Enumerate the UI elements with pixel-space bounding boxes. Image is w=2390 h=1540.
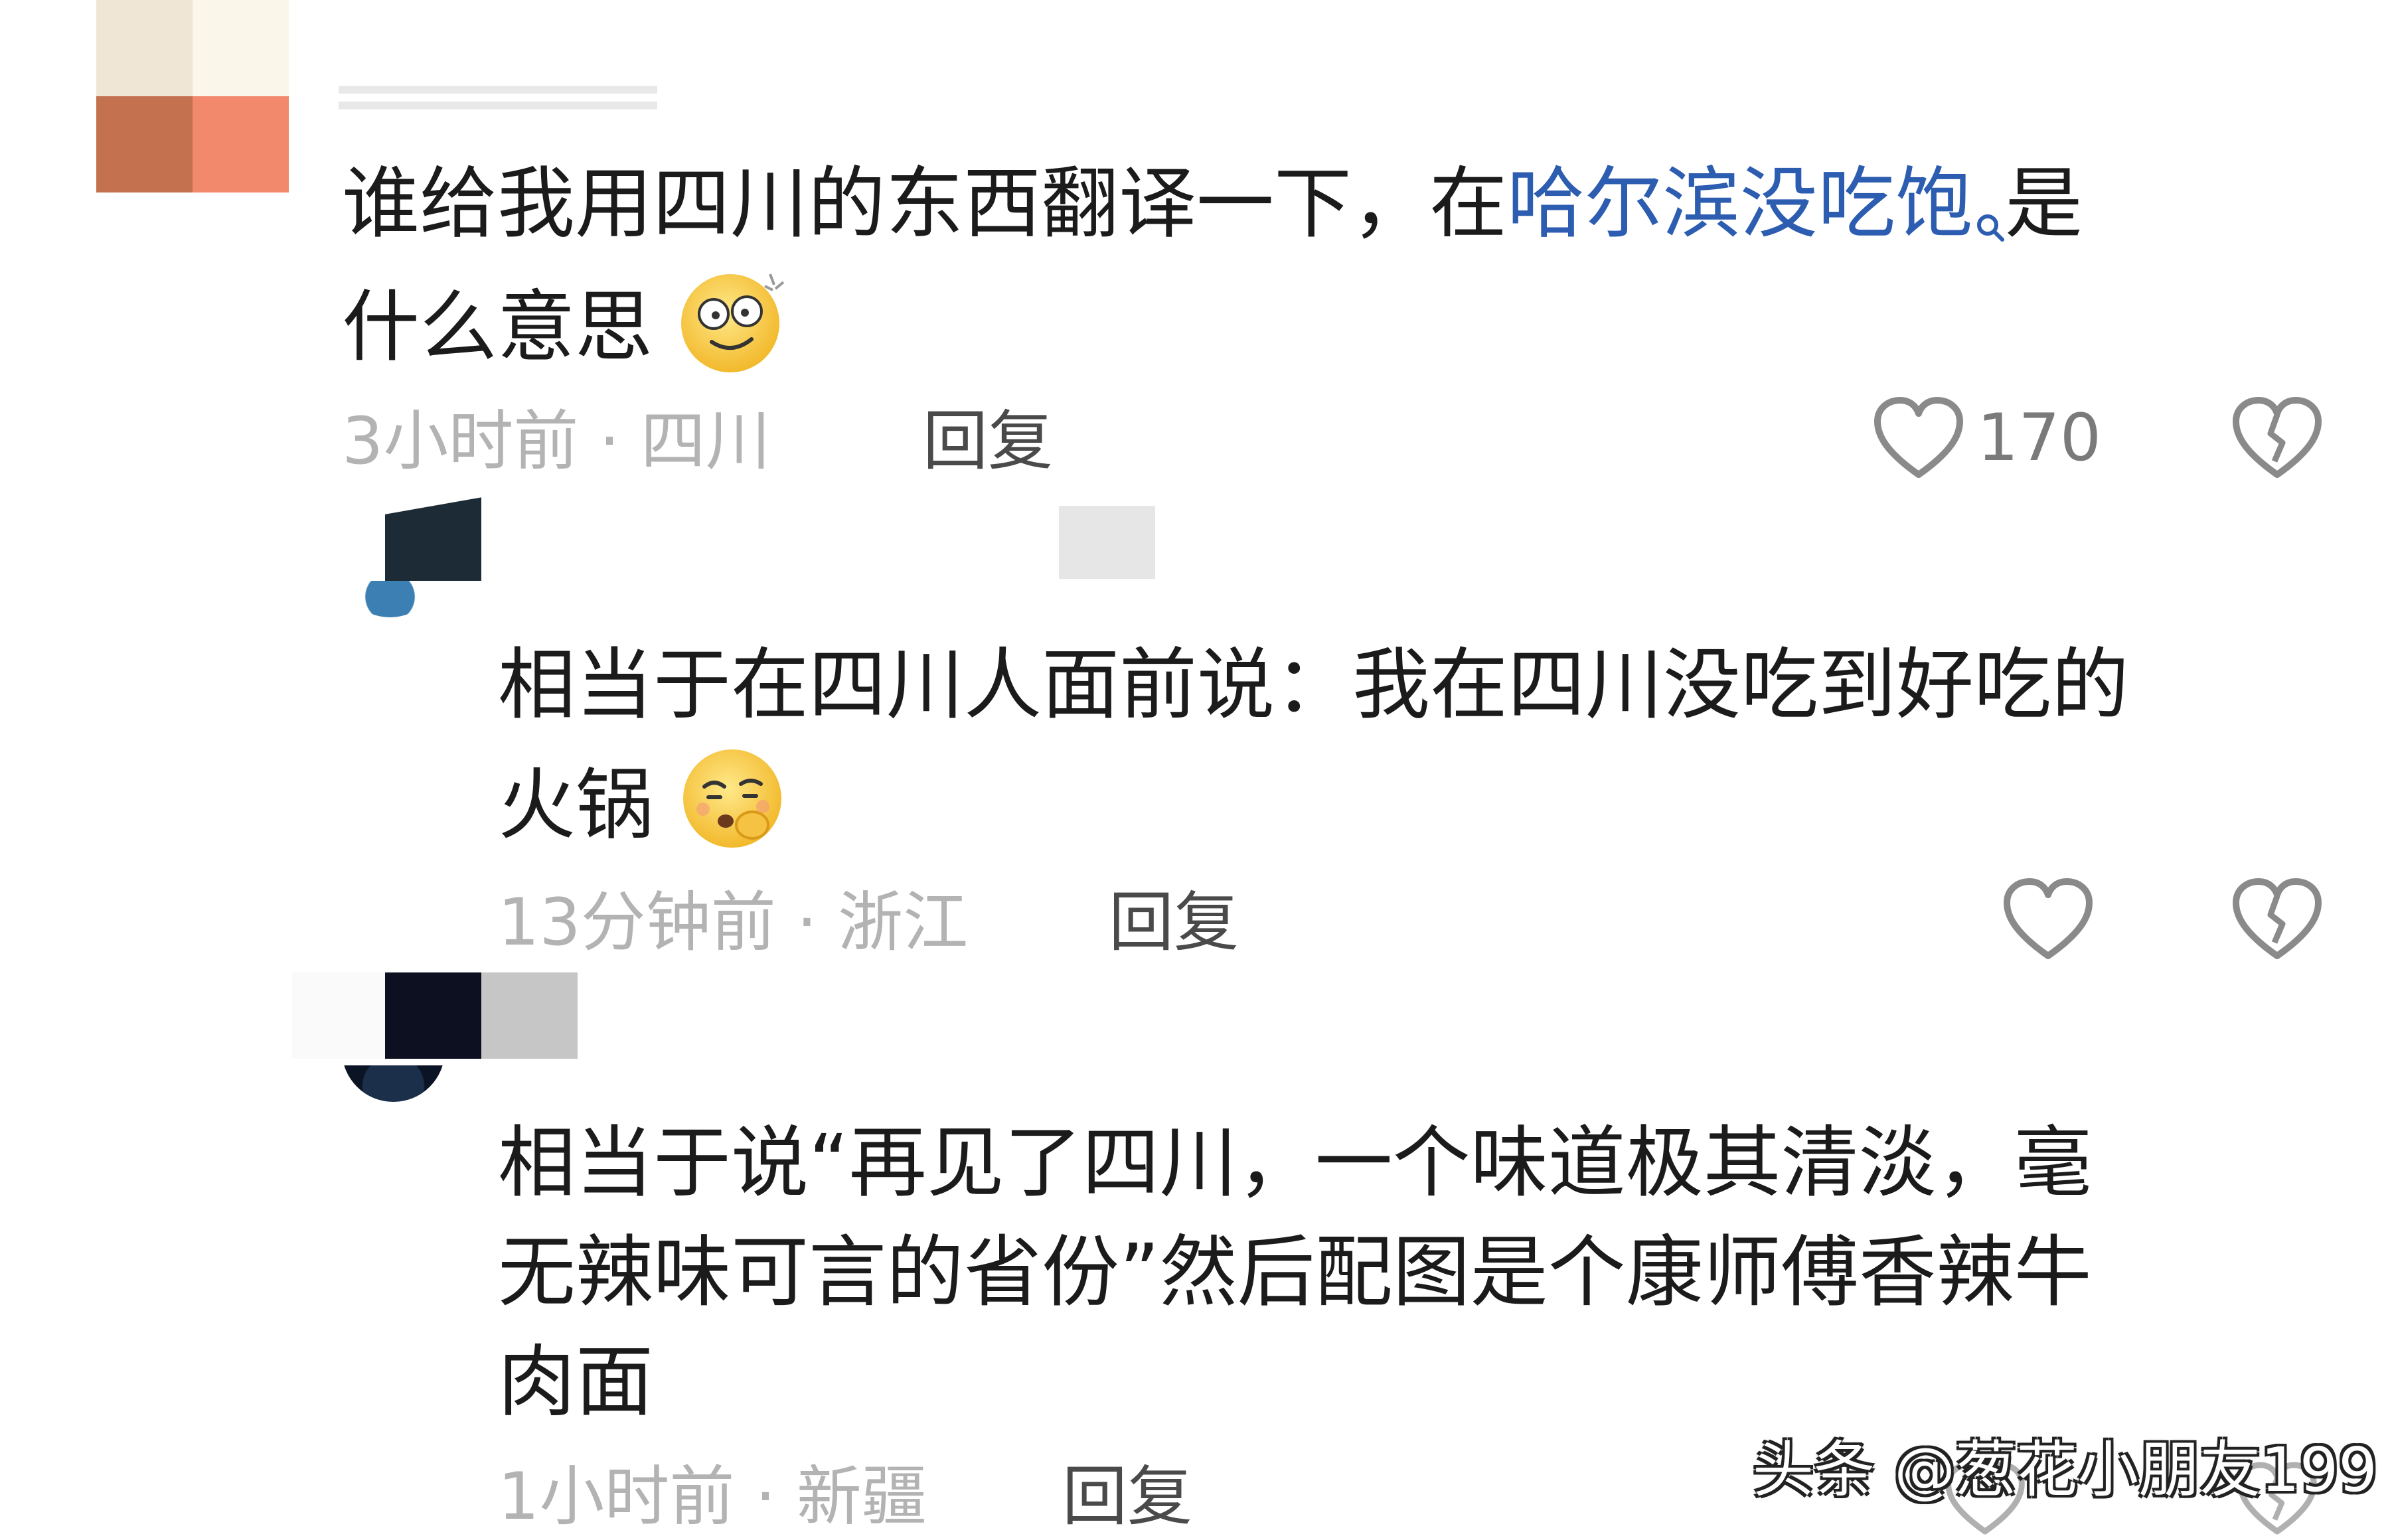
meta-separator: · (775, 885, 838, 961)
comment-3-text-line-2: 无辣味可言的省份”然后配图是个康师傅香辣牛 (498, 1227, 2092, 1318)
comment-2-dislike-button[interactable] (2231, 876, 2324, 965)
comment-1-text-line-2: 什么意思 (342, 262, 790, 403)
search-icon[interactable] (1976, 161, 2005, 242)
meta-separator: · (578, 404, 641, 479)
heart-outline-icon (1874, 397, 1963, 478)
reply-2-avatar (342, 1065, 445, 1102)
reply-2-name-mosaic (292, 972, 578, 1059)
comment-1-text-line-2-content: 什么意思 (342, 281, 653, 373)
comment-3-reply-button[interactable]: 回复 (1062, 1457, 1192, 1537)
comment-2-text-line-1: 相当于在四川人面前说：我在四川没吃到好吃的 (498, 639, 2130, 730)
comment-1-dislike-button[interactable] (2231, 395, 2324, 484)
comment-3-location: 新疆 (796, 1459, 927, 1535)
comment-1-text-line-1: 谁给我用四川的东西翻译一下，在哈尔滨没吃饱是 (342, 149, 2083, 258)
comment-2-location: 浙江 (838, 885, 969, 961)
broken-heart-icon (2233, 878, 2322, 959)
comment-3-text-line-1: 相当于说“再见了四川，一个味道极其清淡，毫 (498, 1117, 2092, 1208)
comment-1-like-count: 170 (1977, 400, 2102, 476)
cut-off-username (339, 78, 657, 117)
broken-heart-icon (2233, 397, 2322, 478)
comment-2-meta: 13分钟前 · 浙江 (498, 883, 968, 963)
comment-2-reply-button[interactable]: 回复 (1109, 883, 1239, 963)
toutiao-watermark: 头条 @葱花小朋友199 (1753, 1434, 2377, 1505)
comment-3-text-line-3: 肉面 (498, 1336, 654, 1427)
comment-2-text-line-2: 火锅 (498, 740, 791, 881)
reply-1-avatar (339, 581, 441, 621)
shushing-face-emoji-icon (678, 740, 791, 881)
comment-1-text-after: 是 (2005, 158, 2083, 249)
heart-outline-icon (2004, 878, 2093, 959)
meta-separator: · (734, 1459, 797, 1535)
comment-2-time: 13分钟前 (498, 885, 776, 961)
reply-1-name-mosaic-2 (1059, 506, 1155, 579)
comment-1-text-before: 谁给我用四川的东西翻译一下，在 (342, 158, 1508, 249)
comment-1-like-button[interactable]: 170 (1872, 395, 2101, 481)
search-keyword-link[interactable]: 哈尔滨没吃饱 (1507, 158, 1973, 249)
comment-1-time: 3小时前 (342, 404, 579, 479)
comment-2-text-line-2-content: 火锅 (498, 759, 654, 851)
comment-1-meta: 3小时前 · 四川 (342, 402, 771, 481)
dizzy-smile-emoji-icon (677, 262, 790, 403)
comment-3-time: 1小时前 (498, 1459, 735, 1535)
comment-1-reply-button[interactable]: 回复 (923, 402, 1053, 481)
reply-1-name-mosaic (385, 495, 481, 581)
comment-3-meta: 1小时前 · 新疆 (498, 1457, 927, 1537)
comment-1-location: 四川 (640, 404, 771, 479)
avatar-mosaic (96, 0, 289, 193)
comment-2-like-button[interactable] (2002, 876, 2095, 965)
